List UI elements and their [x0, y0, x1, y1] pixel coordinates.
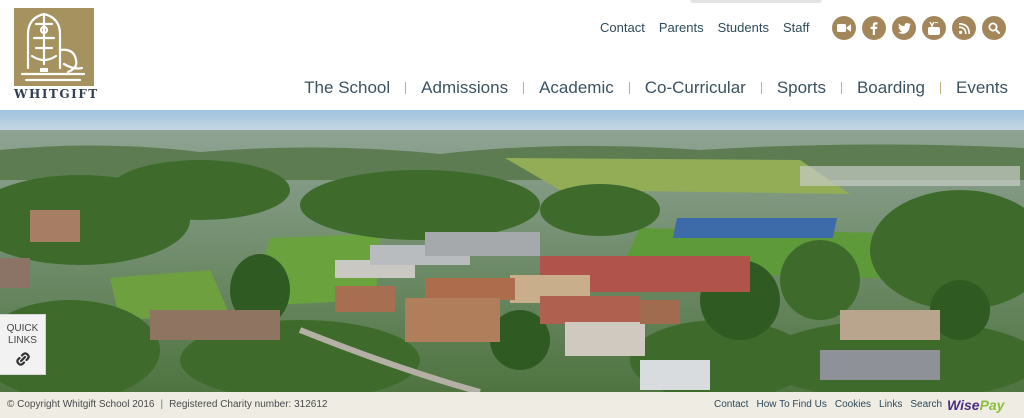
nav-divider: [840, 82, 842, 94]
nav-item-boarding[interactable]: Boarding: [857, 78, 925, 98]
nav-item-sports[interactable]: Sports: [777, 78, 826, 98]
campus-aerial-photo: [0, 110, 1024, 392]
youtube-icon[interactable]: [922, 16, 946, 40]
facebook-icon[interactable]: [862, 16, 886, 40]
footer-link-contact[interactable]: Contact: [714, 399, 748, 411]
link-icon: [15, 352, 30, 366]
nav-divider: [523, 82, 525, 94]
footer-link-how-to-find-us[interactable]: How To Find Us: [756, 399, 826, 411]
quick-links-button[interactable]: QUICK LINKS: [0, 314, 46, 375]
hero-campus-image: [0, 110, 1024, 392]
footer-nav: Contact How To Find Us Cookies Links Sea…: [714, 399, 950, 411]
wisepay-logo[interactable]: WisePay: [947, 396, 1004, 414]
footer-copyright: © Copyright Whitgift School 2016 | Registe…: [7, 399, 328, 411]
footer-link-links[interactable]: Links: [879, 399, 902, 411]
footer-divider: |: [160, 399, 164, 410]
nav-item-the-school[interactable]: The School: [304, 78, 390, 98]
footer-link-cookies[interactable]: Cookies: [835, 399, 871, 411]
utility-link-students[interactable]: Students: [718, 20, 769, 36]
video-camera-icon[interactable]: [832, 16, 856, 40]
top-tab-hint: [690, 0, 822, 3]
nav-item-academic[interactable]: Academic: [539, 78, 614, 98]
site-footer: © Copyright Whitgift School 2016 | Registe…: [0, 392, 1024, 418]
nav-item-admissions[interactable]: Admissions: [421, 78, 508, 98]
nav-divider: [628, 82, 630, 94]
main-nav: The School Admissions Academic Co-Curric…: [304, 78, 1008, 98]
nav-divider: [940, 82, 942, 94]
logo-wordmark: WHITGIFT: [14, 87, 99, 101]
nav-item-co-curricular[interactable]: Co-Curricular: [645, 78, 746, 98]
quick-links-label-line2: LINKS: [8, 335, 37, 346]
site-header: WHITGIFT Contact Parents Students Staff …: [0, 0, 1024, 110]
utility-link-parents[interactable]: Parents: [659, 20, 704, 36]
copyright-text: © Copyright Whitgift School 2016: [7, 399, 155, 410]
rss-icon[interactable]: [952, 16, 976, 40]
crest-icon: [20, 12, 86, 82]
utility-nav: Contact Parents Students Staff: [600, 20, 809, 36]
wisepay-logo-part2: Pay: [979, 397, 1005, 413]
school-logo[interactable]: [14, 8, 94, 86]
social-icons: [832, 16, 1006, 40]
twitter-icon[interactable]: [892, 16, 916, 40]
utility-link-contact[interactable]: Contact: [600, 20, 645, 36]
utility-link-staff[interactable]: Staff: [783, 20, 810, 36]
footer-link-search[interactable]: Search: [910, 399, 942, 411]
nav-divider: [405, 82, 407, 94]
charity-number-text: Registered Charity number: 312612: [169, 399, 328, 410]
wisepay-logo-part1: Wise: [947, 397, 980, 413]
nav-divider: [760, 82, 762, 94]
search-icon[interactable]: [982, 16, 1006, 40]
nav-item-events[interactable]: Events: [956, 78, 1008, 98]
quick-links-label-line1: QUICK: [6, 323, 39, 334]
